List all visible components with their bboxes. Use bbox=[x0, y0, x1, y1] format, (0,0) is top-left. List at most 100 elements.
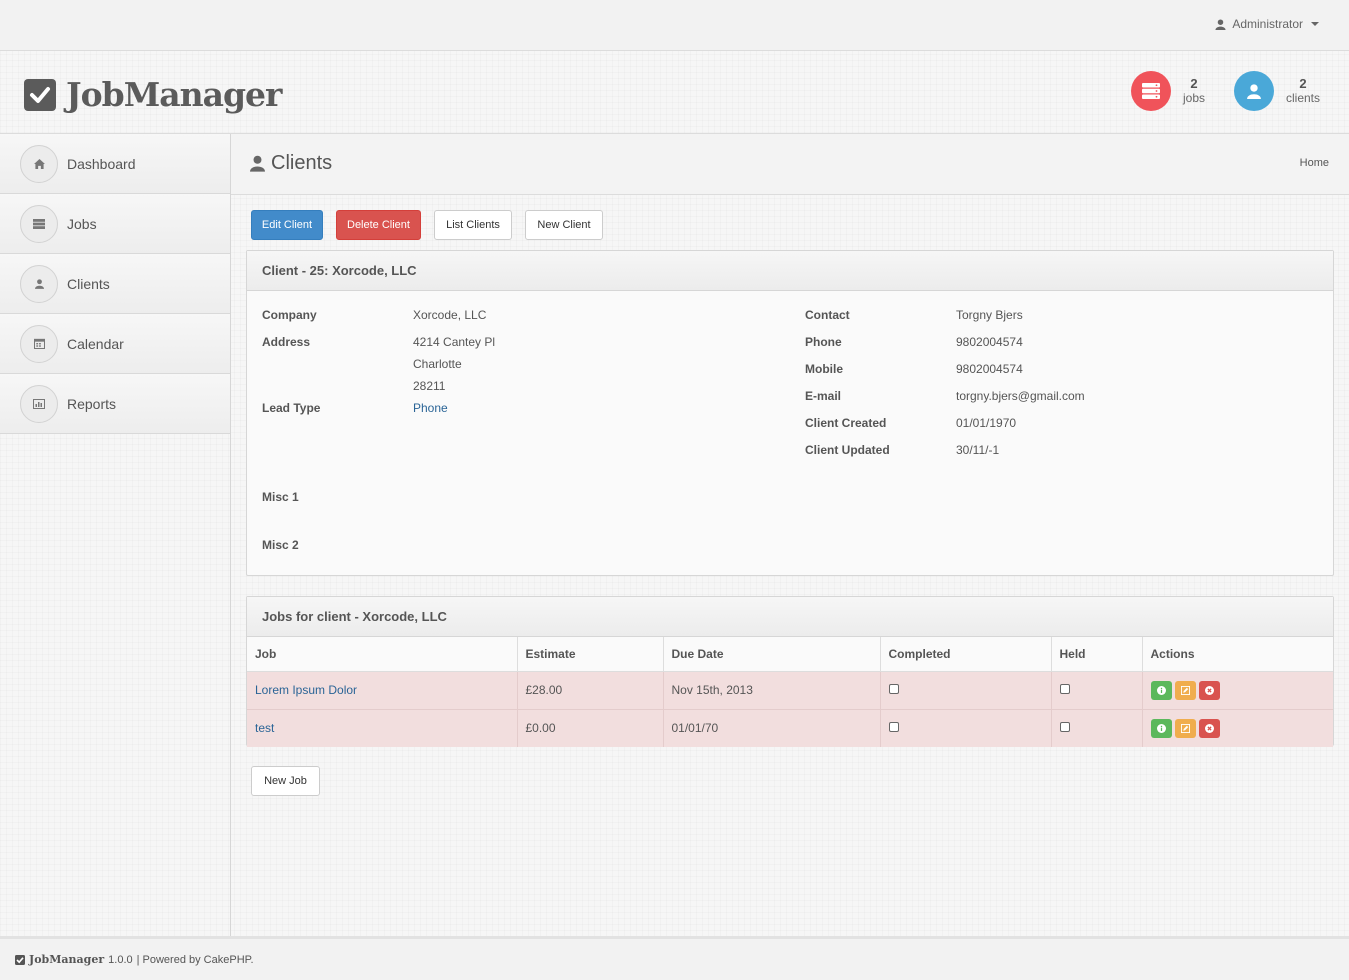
server-icon bbox=[1131, 71, 1171, 111]
lead-type-label: Lead Type bbox=[262, 401, 321, 415]
view-icon[interactable] bbox=[1150, 680, 1172, 700]
page-header: Clients Home bbox=[231, 134, 1349, 195]
clients-stat[interactable]: 2 clients bbox=[1234, 71, 1320, 111]
check-square-icon bbox=[24, 78, 56, 111]
lead-type-link[interactable]: Phone bbox=[413, 401, 448, 415]
clients-count: 2 bbox=[1299, 76, 1307, 91]
jobs-stat[interactable]: 2 jobs bbox=[1131, 71, 1205, 111]
sidebar-item-calendar[interactable]: Calendar bbox=[0, 314, 230, 374]
check-square-icon bbox=[15, 954, 25, 965]
actions-cell bbox=[1142, 670, 1333, 709]
column-header-actions: Actions bbox=[1142, 637, 1333, 672]
jobs-table: Job Estimate Due Date Completed Held Act… bbox=[247, 637, 1333, 747]
estimate-cell: £0.00 bbox=[517, 708, 664, 747]
logo-text: JobManager bbox=[66, 75, 282, 114]
home-icon bbox=[20, 144, 58, 183]
user-menu[interactable]: Administrator bbox=[1215, 17, 1319, 31]
sidebar-item-reports[interactable]: Reports bbox=[0, 374, 230, 434]
user-menu-label: Administrator bbox=[1232, 17, 1303, 31]
due-date-cell: Nov 15th, 2013 bbox=[663, 670, 881, 709]
misc1-label: Misc 1 bbox=[262, 490, 299, 504]
list-clients-button[interactable]: List Clients bbox=[434, 210, 512, 240]
jobs-stat-label: jobs bbox=[1183, 91, 1206, 105]
address-line1: 4214 Cantey Pl bbox=[413, 335, 496, 349]
address-line2: Charlotte bbox=[413, 357, 462, 371]
jobs-panel: Jobs for client - Xorcode, LLC Job Estim… bbox=[246, 596, 1334, 747]
column-header-estimate[interactable]: Estimate bbox=[517, 637, 664, 672]
user-icon bbox=[250, 155, 265, 172]
sidebar-item-dashboard[interactable]: Dashboard bbox=[0, 134, 230, 194]
logo[interactable]: JobManager bbox=[24, 75, 282, 114]
sidebar-item-label: Jobs bbox=[67, 215, 97, 232]
client-updated-value: 30/11/-1 bbox=[956, 443, 1000, 457]
sidebar-item-label: Calendar bbox=[67, 335, 124, 352]
address-line3: 28211 bbox=[413, 379, 446, 393]
delete-icon[interactable] bbox=[1198, 680, 1220, 700]
email-label: E-mail bbox=[805, 389, 842, 403]
user-icon bbox=[1234, 71, 1274, 111]
user-icon bbox=[1215, 18, 1226, 30]
job-link[interactable]: Lorem Ipsum Dolor bbox=[255, 683, 357, 697]
jobs-count: 2 bbox=[1190, 76, 1198, 91]
client-created-value: 01/01/1970 bbox=[956, 416, 1017, 430]
address-label: Address bbox=[262, 335, 311, 349]
client-created-label: Client Created bbox=[805, 416, 887, 430]
contact-value: Torgny Bjers bbox=[956, 308, 1023, 322]
sidebar-item-label: Dashboard bbox=[67, 155, 136, 172]
jobs-panel-title: Jobs for client - Xorcode, LLC bbox=[247, 597, 1333, 637]
footer-logo-text: JobManager bbox=[29, 953, 105, 966]
calendar-icon bbox=[20, 324, 58, 363]
delete-client-button[interactable]: Delete Client bbox=[336, 210, 421, 240]
completed-checkbox[interactable] bbox=[888, 722, 899, 733]
footer-version: 1.0.0 bbox=[108, 953, 133, 966]
edit-icon[interactable] bbox=[1174, 680, 1196, 700]
caret-down-icon bbox=[1311, 22, 1319, 26]
column-header-held[interactable]: Held bbox=[1051, 637, 1143, 672]
new-job-button[interactable]: New Job bbox=[251, 766, 320, 796]
mobile-value: 9802004574 bbox=[956, 362, 1023, 376]
footer-powered-by-link[interactable]: | Powered by CakePHP. bbox=[137, 954, 254, 966]
table-header-row: Job Estimate Due Date Completed Held Act… bbox=[247, 637, 1333, 672]
sidebar-item-clients[interactable]: Clients bbox=[0, 254, 230, 314]
column-header-due-date[interactable]: Due Date bbox=[663, 637, 881, 672]
breadcrumb-home[interactable]: Home bbox=[1300, 157, 1329, 169]
column-header-completed[interactable]: Completed bbox=[880, 637, 1052, 672]
client-panel: Client - 25: Xorcode, LLC Company Xorcod… bbox=[246, 250, 1334, 576]
page-title-text: Clients bbox=[271, 152, 333, 174]
phone-label: Phone bbox=[805, 335, 842, 349]
company-label: Company bbox=[262, 308, 317, 322]
delete-icon[interactable] bbox=[1198, 718, 1220, 738]
email-value: torgny.bjers@gmail.com bbox=[956, 389, 1085, 403]
held-checkbox[interactable] bbox=[1059, 684, 1070, 694]
user-icon bbox=[20, 264, 58, 303]
clients-stat-label: clients bbox=[1286, 91, 1321, 105]
actions-cell bbox=[1142, 708, 1333, 747]
edit-icon[interactable] bbox=[1174, 718, 1196, 738]
bar-chart-icon bbox=[20, 384, 58, 423]
new-client-button[interactable]: New Client bbox=[525, 210, 603, 240]
company-value: Xorcode, LLC bbox=[413, 308, 487, 322]
client-updated-label: Client Updated bbox=[805, 443, 890, 457]
server-icon bbox=[20, 204, 58, 243]
top-bar: Administrator bbox=[0, 0, 1349, 51]
misc2-label: Misc 2 bbox=[262, 538, 299, 552]
due-date-cell: 01/01/70 bbox=[663, 708, 881, 747]
view-icon[interactable] bbox=[1150, 718, 1172, 738]
client-panel-title: Client - 25: Xorcode, LLC bbox=[247, 251, 1333, 291]
phone-value: 9802004574 bbox=[956, 335, 1023, 349]
sidebar-item-jobs[interactable]: Jobs bbox=[0, 194, 230, 254]
mobile-label: Mobile bbox=[805, 362, 843, 376]
estimate-cell: £28.00 bbox=[517, 670, 664, 709]
held-checkbox[interactable] bbox=[1059, 722, 1070, 733]
edit-client-button[interactable]: Edit Client bbox=[251, 210, 323, 240]
table-row: test £0.00 01/01/70 bbox=[247, 708, 1333, 747]
page-title: Clients bbox=[250, 152, 332, 175]
table-row: Lorem Ipsum Dolor £28.00 Nov 15th, 2013 bbox=[247, 670, 1333, 709]
job-link[interactable]: test bbox=[255, 721, 274, 735]
column-header-job[interactable]: Job bbox=[247, 637, 518, 672]
sidebar-item-label: Clients bbox=[67, 275, 110, 292]
sidebar: Dashboard Jobs Clients Calendar Reports bbox=[0, 134, 231, 936]
contact-label: Contact bbox=[805, 308, 850, 322]
sidebar-item-label: Reports bbox=[67, 395, 117, 412]
completed-checkbox[interactable] bbox=[888, 684, 899, 694]
